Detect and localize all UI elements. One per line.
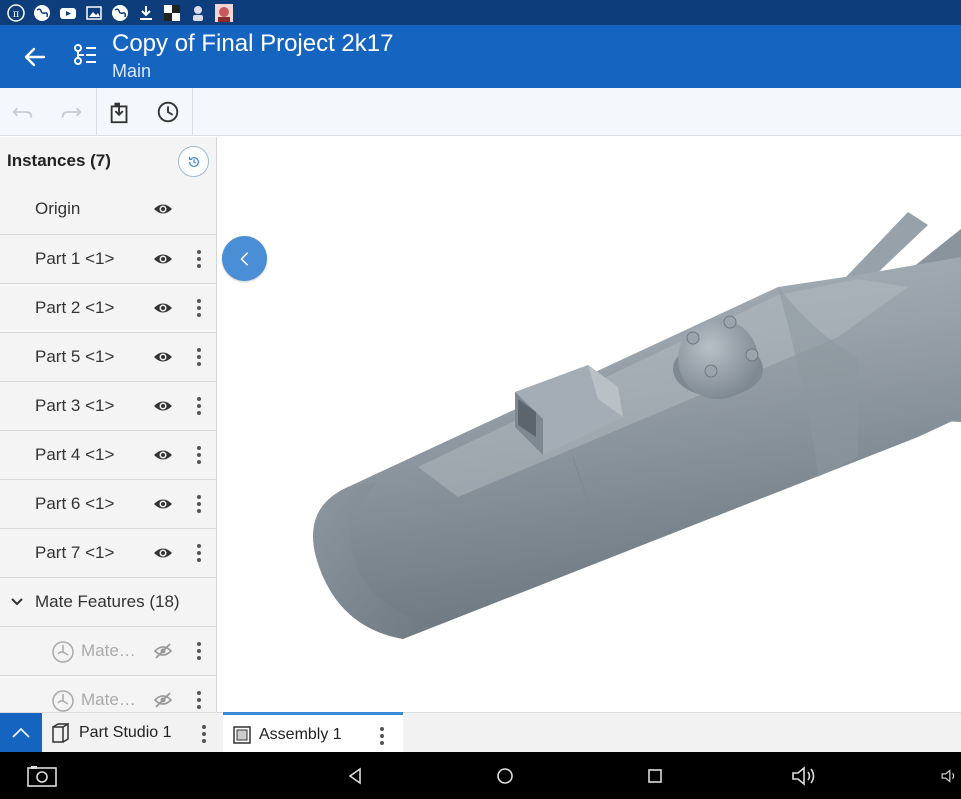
eye-icon[interactable] — [153, 299, 173, 317]
avatar-icon — [214, 4, 234, 22]
back-arrow-icon[interactable] — [20, 44, 50, 70]
list-item-mate[interactable]: Mate… — [0, 675, 217, 712]
app-bar: Copy of Final Project 2k17 Main — [0, 25, 961, 88]
pi-icon: π — [6, 4, 26, 22]
eye-icon[interactable] — [153, 446, 173, 464]
chevron-up-icon — [10, 726, 32, 740]
workspace-name: Main — [112, 61, 151, 82]
3d-viewport[interactable] — [218, 137, 961, 712]
more-options-icon[interactable] — [191, 395, 207, 417]
screenshot-icon[interactable] — [26, 763, 58, 789]
tab-label: Part Studio 1 — [79, 724, 172, 742]
group-label: Mate Features (18) — [35, 592, 180, 612]
list-item-label: Part 3 <1> — [35, 396, 114, 416]
nav-recents-icon[interactable] — [641, 763, 669, 789]
eye-icon[interactable] — [153, 544, 173, 562]
list-item-part-2[interactable]: Part 2 <1> — [0, 283, 217, 332]
youtube-icon — [58, 4, 78, 22]
list-item-label: Mate… — [81, 641, 136, 661]
panel-title: Instances (7) — [7, 151, 111, 171]
tab-bar: Part Studio 1 Assembly 1 — [0, 712, 961, 752]
more-options-icon[interactable] — [191, 297, 207, 319]
status-bar: π — [0, 0, 961, 25]
more-options-icon[interactable] — [374, 725, 390, 747]
assembly-icon — [231, 724, 253, 746]
globe-icon — [32, 4, 52, 22]
chevron-left-icon — [236, 250, 254, 268]
more-options-icon[interactable] — [191, 689, 207, 711]
mate-features-group[interactable]: Mate Features (18) — [0, 577, 217, 626]
history-icon[interactable] — [154, 98, 182, 126]
list-item-label: Part 7 <1> — [35, 543, 114, 563]
eye-hidden-icon[interactable] — [153, 642, 173, 660]
instance-list-panel: Instances (7) Origin Part 1 <1> Part 2 <… — [0, 137, 217, 712]
image-icon — [84, 4, 104, 22]
list-item-part-4[interactable]: Part 4 <1> — [0, 430, 217, 479]
rollback-history-icon[interactable] — [178, 146, 209, 177]
app-icon — [162, 4, 182, 22]
tab-part-studio-1[interactable]: Part Studio 1 — [42, 713, 218, 753]
eye-icon[interactable] — [153, 200, 173, 218]
tab-label: Assembly 1 — [259, 726, 342, 744]
list-item-label: Part 4 <1> — [35, 445, 114, 465]
list-item-part-3[interactable]: Part 3 <1> — [0, 381, 217, 430]
panel-header: Instances (7) — [0, 137, 217, 185]
page-title: Copy of Final Project 2k17 — [112, 30, 393, 58]
mate-connector-icon — [51, 689, 75, 712]
more-options-icon[interactable] — [191, 346, 207, 368]
3d-model[interactable] — [218, 137, 961, 712]
mate-connector-icon — [51, 640, 75, 664]
more-options-icon[interactable] — [191, 542, 207, 564]
more-options-icon[interactable] — [191, 444, 207, 466]
person-icon — [188, 4, 208, 22]
download-icon — [136, 4, 156, 22]
redo-icon[interactable] — [57, 98, 85, 126]
list-item-label: Part 2 <1> — [35, 298, 114, 318]
more-options-icon[interactable] — [191, 248, 207, 270]
list-item-label: Part 5 <1> — [35, 347, 114, 367]
list-item-part-5[interactable]: Part 5 <1> — [0, 332, 217, 381]
more-options-icon[interactable] — [191, 493, 207, 515]
eye-icon[interactable] — [153, 348, 173, 366]
list-item-part-1[interactable]: Part 1 <1> — [0, 234, 217, 283]
collapse-panel-button[interactable] — [222, 236, 267, 281]
svg-text:π: π — [13, 9, 20, 20]
more-options-icon[interactable] — [191, 640, 207, 662]
chevron-down-icon[interactable] — [9, 594, 25, 608]
part-studio-icon — [50, 722, 72, 744]
undo-icon[interactable] — [9, 98, 37, 126]
export-icon[interactable] — [106, 98, 134, 126]
eye-hidden-icon[interactable] — [153, 691, 173, 709]
list-item-part-7[interactable]: Part 7 <1> — [0, 528, 217, 577]
list-item-label: Mate… — [81, 690, 136, 710]
list-item-label: Origin — [35, 199, 80, 219]
tab-bar-toggle[interactable] — [0, 713, 42, 753]
list-item-part-6[interactable]: Part 6 <1> — [0, 479, 217, 528]
more-options-icon[interactable] — [196, 723, 212, 745]
tab-assembly-1[interactable]: Assembly 1 — [223, 712, 403, 752]
feature-tree-icon[interactable] — [70, 41, 100, 71]
volume-down-icon[interactable] — [940, 763, 961, 789]
list-item-label: Part 6 <1> — [35, 494, 114, 514]
volume-icon[interactable] — [790, 763, 820, 789]
eye-icon[interactable] — [153, 250, 173, 268]
list-item-label: Part 1 <1> — [35, 249, 114, 269]
list-item-mate[interactable]: Mate… — [0, 626, 217, 675]
eye-icon[interactable] — [153, 495, 173, 513]
list-item-origin[interactable]: Origin — [0, 185, 217, 234]
toolbar — [0, 88, 961, 136]
nav-home-icon[interactable] — [491, 763, 519, 789]
globe-icon — [110, 4, 130, 22]
nav-back-icon[interactable] — [341, 763, 369, 789]
system-nav-bar — [0, 752, 961, 799]
eye-icon[interactable] — [153, 397, 173, 415]
